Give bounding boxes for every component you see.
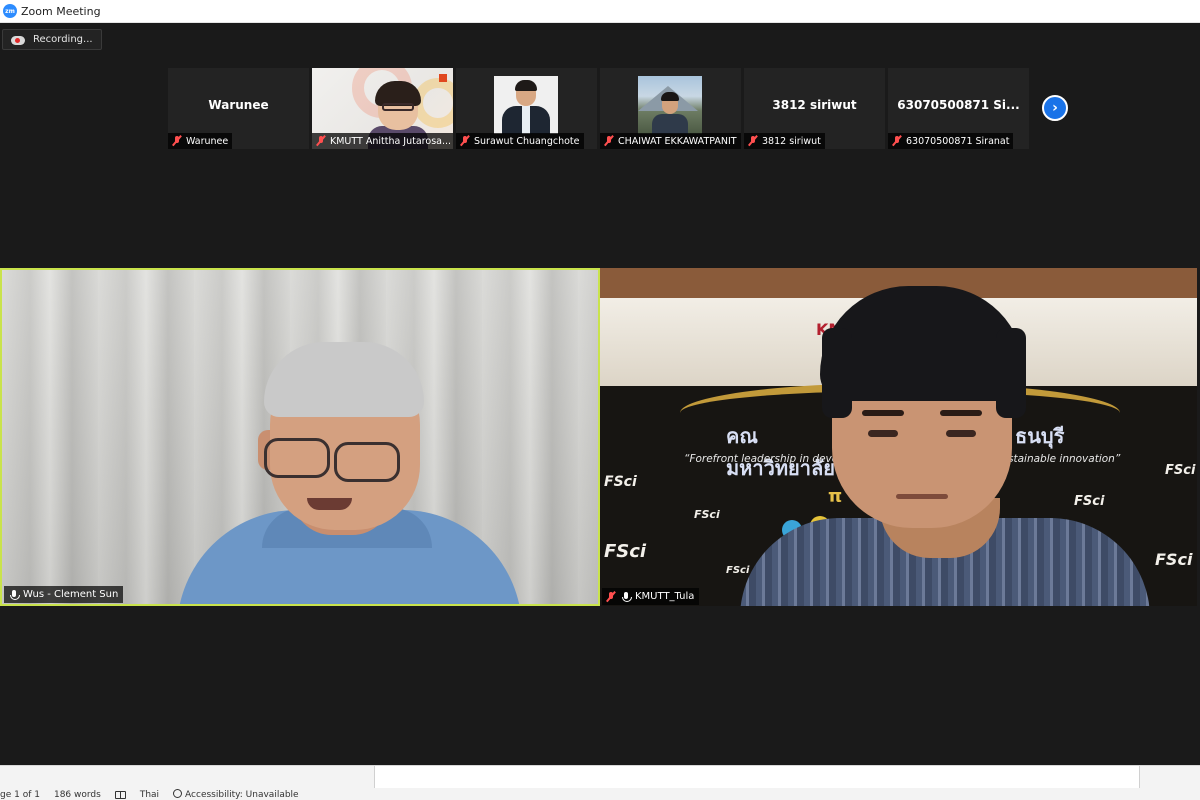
participant-name: Warunee: [186, 135, 229, 147]
fsci-logo: FSci: [1155, 550, 1193, 569]
participant-thumbnails: Warunee Warunee KMUTT Anittha Jutarosa..…: [168, 68, 1029, 149]
participant-display-name: 63070500871 Si...: [897, 98, 1020, 112]
mic-on-icon: [8, 589, 20, 601]
participant-name-tag: Warunee: [168, 133, 233, 149]
participant-name-tag: Wus - Clement Sun: [4, 586, 124, 603]
participant-thumb-siriwut[interactable]: 3812 siriwut 3812 siriwut: [744, 68, 885, 149]
document-page-edge: [374, 766, 1140, 788]
mic-muted-icon: [891, 135, 903, 147]
participant-name: Wus - Clement Sun: [23, 589, 119, 600]
backdrop-slogan: “Forefront leadership in developi: [684, 453, 858, 465]
participant-photo: [494, 76, 558, 134]
video-tile-clement-sun[interactable]: Wus - Clement Sun: [0, 268, 600, 606]
title-bar: zm Zoom Meeting: [0, 0, 1200, 23]
participant-name-tag: KMUTT_Tula: [602, 588, 700, 605]
status-items: ge 1 of 1 186 words Thai Accessibility: …: [0, 788, 313, 800]
backdrop-thai-title-right: ธนบุรี: [1015, 424, 1065, 448]
participant-name: 3812 siriwut: [762, 135, 821, 147]
next-page-button[interactable]: ›: [1042, 95, 1068, 121]
participant-name-tag: KMUTT Anittha Jutarosa...: [312, 133, 453, 149]
video-tile-kmutt-tula[interactable]: KM คณมหาวิทยาลัย ธนบุรี “Forefront leade…: [600, 268, 1197, 606]
language-indicator[interactable]: Thai: [140, 790, 159, 800]
backdrop-thai-title: คณ มหาวิทยาลัย: [726, 424, 835, 480]
word-status-bar: ge 1 of 1 186 words Thai Accessibility: …: [0, 765, 1200, 800]
word-count[interactable]: 186 words: [54, 790, 101, 800]
participant-name: Surawut Chuangchote: [474, 135, 580, 147]
fsci-logo: FSci: [604, 541, 647, 562]
cloud-record-icon: [11, 35, 25, 45]
participant-display-name: 3812 siriwut: [772, 98, 857, 112]
accessibility-status[interactable]: Accessibility: Unavailable: [173, 789, 299, 800]
fsci-logo: FSci: [694, 508, 720, 521]
participant-name-tag: Surawut Chuangchote: [456, 133, 584, 149]
page-count[interactable]: ge 1 of 1: [0, 790, 40, 800]
meeting-area: Recording... Warunee Warunee KMUTT Anitt…: [0, 23, 1200, 765]
participant-name: CHAIWAT EKKAWATPANIT: [618, 135, 737, 147]
backdrop-slogan-end: stainable innovation”: [1008, 453, 1121, 465]
participant-name: 63070500871 Siranat: [906, 135, 1010, 147]
participant-name: KMUTT Anittha Jutarosa...: [330, 135, 452, 147]
recording-label: Recording...: [33, 34, 93, 45]
participant-thumb-surawut[interactable]: Surawut Chuangchote: [456, 68, 597, 149]
chevron-right-icon: ›: [1052, 100, 1058, 116]
participant-display-name: Warunee: [208, 98, 269, 112]
pi-icon: π: [828, 486, 843, 507]
mic-muted-icon: [747, 135, 759, 147]
fsci-logo: FSci: [726, 565, 750, 576]
mic-muted-icon: [459, 135, 471, 147]
mic-muted-icon: [315, 135, 327, 147]
book-check-icon[interactable]: [114, 790, 126, 799]
window-title: Zoom Meeting: [21, 4, 101, 18]
participant-photo: [638, 76, 702, 134]
participant-name-tag: CHAIWAT EKKAWATPANIT: [600, 133, 741, 149]
zoom-logo-icon: zm: [3, 4, 17, 18]
participant-thumb-siranat[interactable]: 63070500871 Si... 63070500871 Siranat: [888, 68, 1029, 149]
participant-name-tag: 3812 siriwut: [744, 133, 825, 149]
participant-name: KMUTT_Tula: [635, 591, 695, 602]
accessibility-icon: [173, 789, 183, 798]
mic-muted-icon: [603, 135, 615, 147]
fsci-logo: FSci: [1165, 463, 1196, 478]
participant-name-tag: 63070500871 Siranat: [888, 133, 1014, 149]
fsci-logo: FSci: [1074, 494, 1105, 509]
pin-icon: [620, 591, 632, 603]
fsci-logo: FSci: [604, 474, 637, 490]
participant-thumb-warunee[interactable]: Warunee Warunee: [168, 68, 309, 149]
mic-muted-icon: [605, 591, 617, 603]
mic-muted-icon: [171, 135, 183, 147]
recording-indicator[interactable]: Recording...: [2, 29, 102, 50]
participant-thumb-anittha[interactable]: KMUTT Anittha Jutarosa...: [312, 68, 453, 149]
participant-thumb-chaiwat[interactable]: CHAIWAT EKKAWATPANIT: [600, 68, 741, 149]
